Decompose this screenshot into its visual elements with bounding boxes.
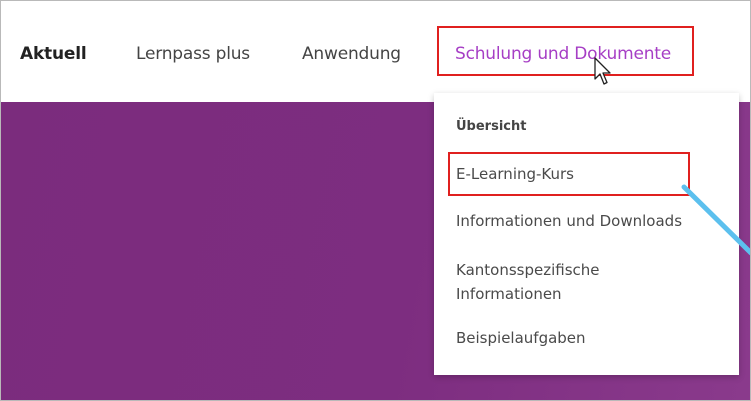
mouse-cursor-icon <box>594 57 611 85</box>
annotation-arrow-icon <box>681 184 750 256</box>
screenshot-frame: Aktuell Lernpass plus Anwendung Schulung… <box>0 0 751 401</box>
